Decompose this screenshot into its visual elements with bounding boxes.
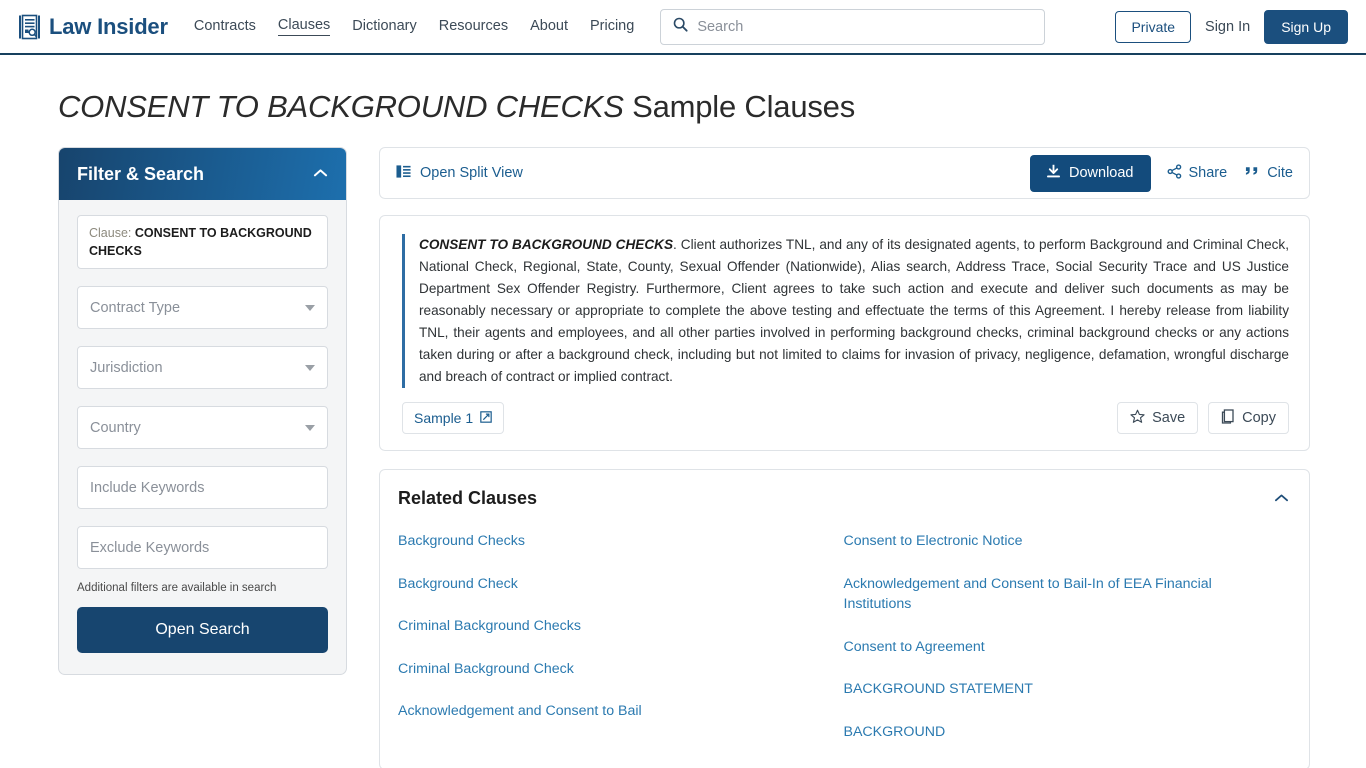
download-icon [1047,164,1060,182]
clause-lead: CONSENT TO BACKGROUND CHECKS [419,237,674,252]
brand-logo[interactable]: Law Insider [18,14,168,40]
nav-item-resources[interactable]: Resources [439,18,508,36]
filter-sidebar-header[interactable]: Filter & Search [59,148,346,200]
clause-text: CONSENT TO BACKGROUND CHECKS. Client aut… [402,234,1289,389]
quote-icon [1245,165,1260,182]
related-clause-link[interactable]: Criminal Background Checks [398,616,826,637]
private-button[interactable]: Private [1115,10,1192,43]
nav-item-pricing[interactable]: Pricing [590,18,634,36]
page-title-clause-name: CONSENT TO BACKGROUND CHECKS [58,89,624,124]
share-icon [1167,163,1182,183]
include-keywords-placeholder: Include Keywords [90,479,205,496]
open-split-view-label: Open Split View [420,165,523,181]
copy-button[interactable]: Copy [1208,402,1289,435]
country-placeholder: Country [90,419,141,436]
main-content: Open Split View Download Share Cite CONS… [379,147,1310,768]
related-clauses-columns: Background Checks Background Check Crimi… [398,531,1289,743]
include-keywords-input[interactable]: Include Keywords [77,466,328,510]
related-clauses-card: Related Clauses Background Checks Backgr… [379,469,1310,768]
cite-label: Cite [1267,165,1293,181]
nav-item-clauses[interactable]: Clauses [277,17,331,36]
exclude-keywords-placeholder: Exclude Keywords [90,539,210,556]
brand-name: Law Insider [49,13,168,39]
split-view-icon [396,164,411,183]
filter-sidebar: Filter & Search Clause: CONSENT TO BACKG… [58,147,347,676]
clause-toolbar: Open Split View Download Share Cite [379,147,1310,199]
sign-up-button[interactable]: Sign Up [1264,9,1348,44]
download-label: Download [1069,165,1134,181]
star-icon [1130,409,1145,428]
search-placeholder: Search [697,18,744,35]
main-nav: Contracts Clauses Dictionary Resources A… [194,17,634,36]
related-clauses-title: Related Clauses [398,488,538,509]
clause-toolbar-actions: Download Share Cite [1030,154,1295,192]
external-link-icon [480,410,492,426]
related-clauses-header[interactable]: Related Clauses [398,488,1289,509]
related-clause-link[interactable]: Criminal Background Check [398,659,826,680]
sample-label: Sample 1 [414,410,474,427]
clause-body: . Client authorizes TNL, and any of its … [419,237,1289,385]
clause-footer: Sample 1 Save Copy [402,402,1289,435]
filter-sidebar-body: Clause: CONSENT TO BACKGROUND CHECKS Con… [59,200,346,674]
additional-filters-note: Additional filters are available in sear… [77,582,277,595]
copy-icon [1221,408,1235,428]
filter-sidebar-title: Filter & Search [77,163,205,184]
sign-in-link[interactable]: Sign In [1205,19,1250,35]
page-title: CONSENT TO BACKGROUND CHECKS Sample Clau… [58,89,1366,125]
nav-item-about[interactable]: About [530,18,568,36]
share-button[interactable]: Share [1165,160,1230,187]
cite-button[interactable]: Cite [1243,161,1295,186]
chevron-up-icon[interactable] [313,165,328,183]
document-search-icon [18,14,42,40]
page-title-suffix: Sample Clauses [632,89,856,124]
related-clause-link[interactable]: Consent to Electronic Notice [844,531,1272,552]
related-clauses-left-column: Background Checks Background Check Crimi… [398,531,844,743]
related-clause-link[interactable]: Acknowledgement and Consent to Bail-In o… [844,574,1272,615]
nav-item-dictionary[interactable]: Dictionary [352,18,416,36]
contract-type-select[interactable]: Contract Type [77,286,328,330]
share-label: Share [1188,165,1228,181]
save-button[interactable]: Save [1117,402,1199,435]
copy-label: Copy [1242,410,1276,427]
chevron-down-icon [305,304,315,311]
related-clause-link[interactable]: Acknowledgement and Consent to Bail [398,701,826,722]
header-actions: Private Sign In Sign Up [1115,9,1348,44]
active-filter-label: Clause: [89,226,132,240]
jurisdiction-select[interactable]: Jurisdiction [77,346,328,390]
exclude-keywords-input[interactable]: Exclude Keywords [77,526,328,570]
save-label: Save [1152,410,1186,427]
country-select[interactable]: Country [77,406,328,450]
related-clauses-right-column: Consent to Electronic Notice Acknowledge… [844,531,1290,743]
clause-actions: Save Copy [1117,402,1289,435]
search-input[interactable]: Search [660,8,1046,45]
related-clause-link[interactable]: BACKGROUND STATEMENT [844,679,1272,700]
chevron-down-icon [305,424,315,431]
jurisdiction-placeholder: Jurisdiction [90,359,163,376]
search-icon [673,17,688,37]
chevron-up-icon[interactable] [1274,490,1289,508]
related-clause-link[interactable]: BACKGROUND [844,722,1272,743]
chevron-down-icon [305,364,315,371]
open-split-view-button[interactable]: Open Split View [396,164,523,183]
open-search-button[interactable]: Open Search [77,607,328,654]
clause-card: CONSENT TO BACKGROUND CHECKS. Client aut… [379,215,1310,452]
download-button[interactable]: Download [1030,154,1151,192]
sample-1-button[interactable]: Sample 1 [402,402,505,435]
contract-type-placeholder: Contract Type [90,299,181,316]
nav-item-contracts[interactable]: Contracts [194,18,256,36]
related-clause-link[interactable]: Consent to Agreement [844,637,1272,658]
related-clause-link[interactable]: Background Check [398,574,826,595]
related-clause-link[interactable]: Background Checks [398,531,826,552]
active-filter-chip[interactable]: Clause: CONSENT TO BACKGROUND CHECKS [77,215,328,270]
site-header: Law Insider Contracts Clauses Dictionary… [0,0,1366,55]
